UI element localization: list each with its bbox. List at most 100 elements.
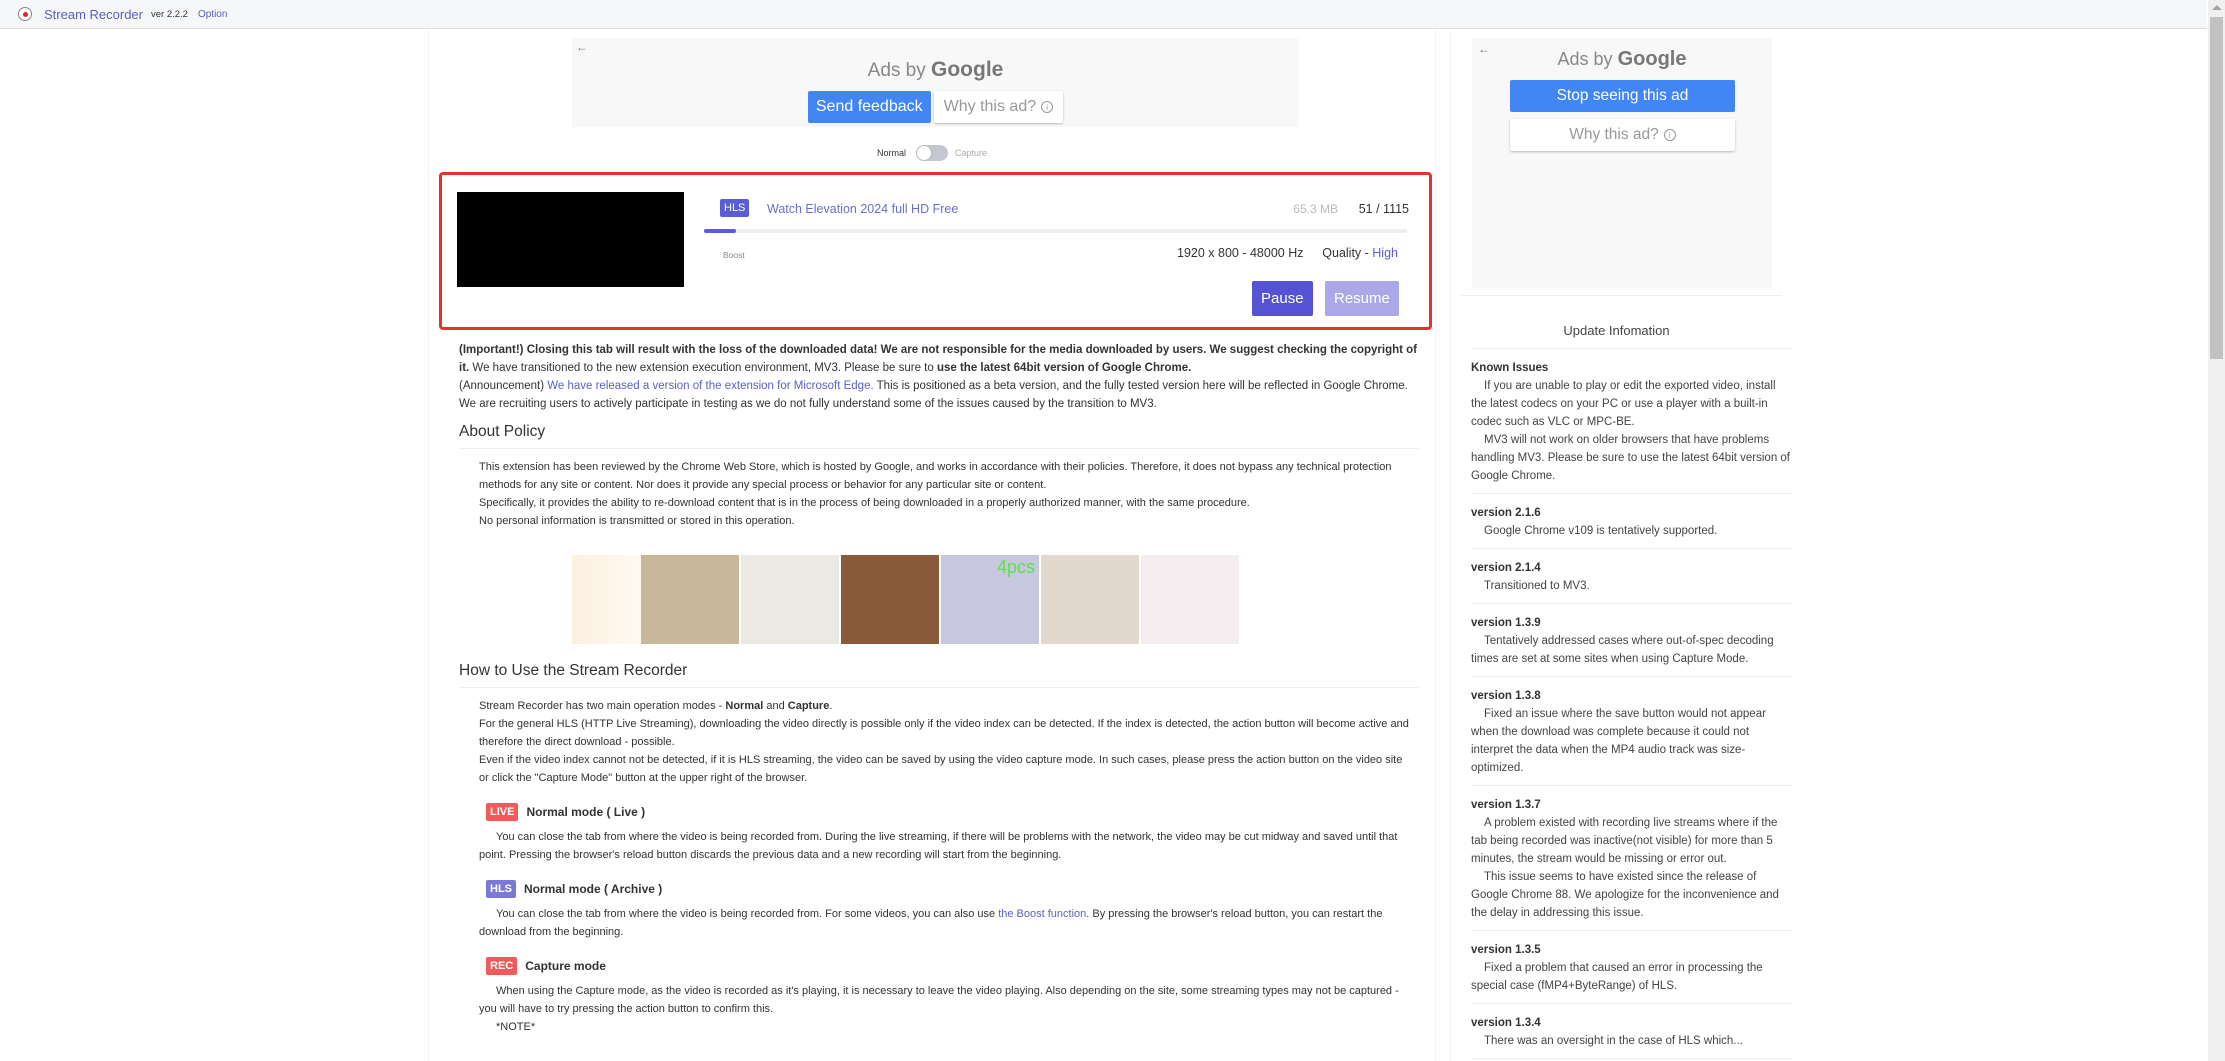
- update-version: version 1.3.4: [1471, 1017, 1541, 1029]
- rec-badge: REC: [486, 957, 518, 975]
- update-description: There was an oversight in the case of HL…: [1484, 1035, 1743, 1047]
- scroll-up-arrow-icon[interactable]: [2212, 5, 2222, 10]
- boost-button[interactable]: Boost: [723, 250, 745, 260]
- ads-by-google-label: Ads by Google: [572, 58, 1299, 82]
- policy-line: Specifically, it provides the ability to…: [479, 497, 1250, 509]
- update-item: version 1.3.5 Fixed a problem that caused…: [1471, 931, 1793, 1004]
- update-item: version 1.3.9 Tentatively addressed cases…: [1471, 604, 1793, 677]
- edge-version-link[interactable]: We have released a version of the extens…: [547, 380, 873, 392]
- download-progress-fill: [704, 229, 737, 233]
- mode-capture-desc: When using the Capture mode, as the vide…: [479, 985, 1399, 1015]
- update-list: Known Issues If you are unable to play or…: [1471, 348, 1793, 1059]
- stop-seeing-ad-button[interactable]: Stop seeing this ad: [1510, 80, 1735, 112]
- why-this-ad-button[interactable]: Why this ad? i: [933, 91, 1064, 123]
- live-badge: LIVE: [486, 803, 519, 821]
- update-info-title: Update Infomation: [1563, 323, 1670, 338]
- policy-line: No personal information is transmitted o…: [479, 515, 795, 527]
- google-text: Google: [931, 58, 1004, 81]
- update-description: MV3 will not work on older browsers that…: [1471, 434, 1791, 482]
- update-item: Known Issues If you are unable to play or…: [1471, 349, 1793, 494]
- resume-button[interactable]: Resume: [1325, 281, 1399, 316]
- mode-live-heading: LIVE Normal mode ( Live ): [486, 803, 1419, 821]
- ads-by-text: Ads by: [867, 60, 926, 81]
- update-item: version 1.3.8 Fixed an issue where the sa…: [1471, 677, 1793, 786]
- sneakers-ad[interactable]: [1041, 555, 1139, 644]
- ad-button-row: Send feedback Why this ad? i: [572, 91, 1299, 123]
- update-version: version 1.3.9: [1471, 617, 1541, 629]
- main-content: (Important!) Closing this tab will resul…: [459, 341, 1419, 530]
- update-version: version 1.3.5: [1471, 944, 1541, 956]
- record-icon: [18, 7, 32, 21]
- mode-toggle-row: Normal Capture: [429, 145, 1435, 161]
- ad-back-arrow-icon[interactable]: ←: [576, 40, 588, 54]
- page-scrollbar[interactable]: [2208, 0, 2225, 1061]
- fishing-bait-ad[interactable]: [841, 555, 939, 644]
- send-feedback-button[interactable]: Send feedback: [807, 91, 931, 123]
- update-description: A problem existed with recording live st…: [1471, 817, 1778, 865]
- update-description: This issue seems to have existed since t…: [1471, 871, 1779, 919]
- policy-text: This extension has been reviewed by the …: [459, 458, 1419, 530]
- update-item: version 2.1.6 Google Chrome v109 is tenta…: [1471, 494, 1793, 549]
- main-column: ← Ads by Google Send feedback Why this a…: [428, 30, 1436, 1061]
- update-description: If you are unable to play or edit the ex…: [1471, 380, 1776, 428]
- info-icon: i: [1663, 129, 1676, 141]
- update-version: version 2.1.4: [1471, 562, 1541, 574]
- mode-archive-desc: You can close the tab from where the vid…: [459, 905, 1419, 941]
- mode-title: Normal mode ( Archive ): [524, 882, 663, 896]
- ad-caption: 4pcs: [996, 557, 1035, 577]
- archive-desc-prefix: You can close the tab from where the vid…: [496, 908, 999, 920]
- update-version: Known Issues: [1471, 362, 1549, 374]
- pause-button[interactable]: Pause: [1252, 281, 1313, 316]
- shower-cap-ad[interactable]: 4pcs: [941, 555, 1039, 644]
- notice-block: (Important!) Closing this tab will resul…: [459, 341, 1419, 413]
- mode-archive-heading: HLS Normal mode ( Archive ): [486, 880, 1419, 898]
- mode-live-desc: You can close the tab from where the vid…: [479, 831, 1398, 861]
- update-description: Fixed an issue where the save button wou…: [1471, 708, 1766, 774]
- mode-capture-label: Capture: [954, 148, 988, 158]
- update-item: version 2.1.4 Transitioned to MV3.: [1471, 549, 1793, 604]
- download-size: 65.3 MB: [1293, 202, 1338, 216]
- quality-label: Quality -: [1322, 246, 1373, 260]
- video-title-link[interactable]: Watch Elevation 2024 full HD Free: [767, 202, 958, 216]
- why-this-ad-label: Why this ad?: [943, 98, 1037, 115]
- video-thumbnail: [457, 192, 684, 287]
- update-description: Transitioned to MV3.: [1484, 580, 1590, 592]
- app-header: Stream Recorder ver 2.2.2 Option: [0, 0, 2206, 29]
- announce-prefix: (Announcement): [459, 380, 548, 392]
- mode-capture-heading: REC Capture mode: [486, 957, 1419, 975]
- intro-prefix: Stream Recorder has two main operation m…: [479, 700, 726, 712]
- ads-by-google-label: Ads by Google: [1472, 48, 1772, 71]
- policy-heading: About Policy: [459, 423, 1419, 449]
- howto-line: For the general HLS (HTTP Live Streaming…: [479, 718, 1409, 748]
- update-version: version 2.1.6: [1471, 507, 1541, 519]
- sidebar-divider: [1461, 295, 1782, 296]
- update-item: version 1.3.4 There was an oversight in t…: [1471, 1004, 1793, 1059]
- intro-capture: Capture: [787, 700, 830, 712]
- update-version: version 1.3.7: [1471, 799, 1541, 811]
- earplugs-ad[interactable]: [1141, 555, 1239, 644]
- capture-note: *NOTE*: [496, 1021, 536, 1033]
- hls-badge: HLS: [720, 199, 750, 217]
- google-text: Google: [1617, 48, 1687, 70]
- mode-toggle-switch[interactable]: [915, 145, 948, 161]
- mv3-notice: We have transitioned to the new extensio…: [469, 362, 937, 374]
- sweater-ad[interactable]: [641, 555, 739, 644]
- howto-intro-line: Stream Recorder has two main operation m…: [479, 697, 1409, 715]
- mv3-notice-bold: use the latest 64bit version of Google C…: [936, 362, 1192, 374]
- scrollbar-thumb[interactable]: [2210, 17, 2223, 359]
- howto-section: How to Use the Stream Recorder Stream Re…: [459, 662, 1419, 1036]
- product-ad-strip: 4pcs: [572, 555, 1299, 644]
- right-sidebar: ← Ads by Google Stop seeing this ad Why …: [1450, 30, 1793, 1061]
- download-progress-bar: [704, 229, 1407, 233]
- option-link[interactable]: Option: [198, 9, 227, 20]
- ads-by-text: Ads by: [1557, 49, 1613, 69]
- ad-banner-side: ← Ads by Google Stop seeing this ad Why …: [1472, 38, 1772, 288]
- video-resolution: 1920 x 800 - 48000 Hz: [1177, 246, 1304, 260]
- update-description: Google Chrome v109 is tentatively suppor…: [1484, 525, 1718, 537]
- why-this-ad-label: Why this ad?: [1569, 126, 1659, 143]
- shapewear-ad[interactable]: [741, 555, 839, 644]
- update-item: version 1.3.7 A problem existed with reco…: [1471, 786, 1793, 931]
- boost-function-link[interactable]: the Boost function: [998, 908, 1086, 920]
- howto-heading: How to Use the Stream Recorder: [459, 662, 1419, 688]
- why-this-ad-button[interactable]: Why this ad? i: [1510, 119, 1735, 151]
